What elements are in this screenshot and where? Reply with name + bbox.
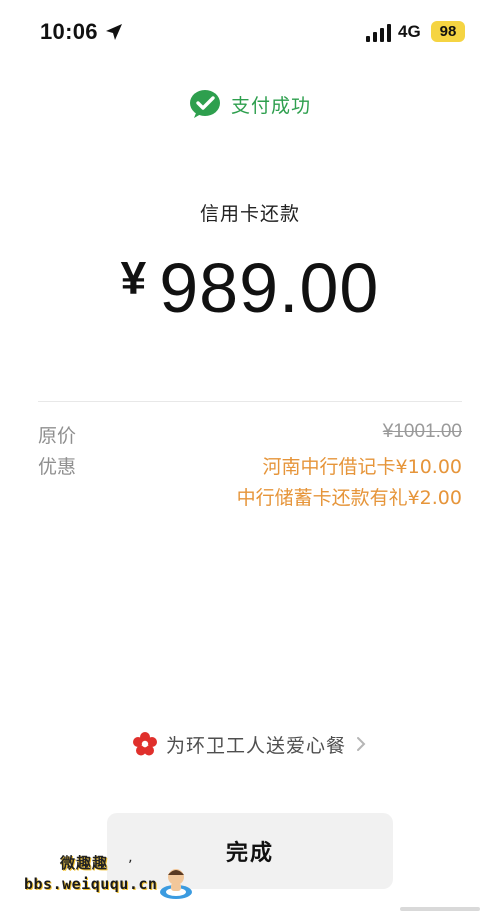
watermark-title: 微趣趣	[60, 854, 109, 872]
payment-type-label: 信用卡还款	[199, 203, 300, 225]
chevron-right-icon	[357, 737, 366, 751]
discount-item: 中行储蓄卡还款有礼¥2.00	[236, 487, 462, 509]
status-bar: 10:06 4G 98	[0, 0, 500, 66]
success-text: 支付成功	[230, 94, 311, 117]
payment-success-header: 支付成功	[0, 88, 500, 120]
original-price-value: ¥1001.00	[382, 421, 462, 442]
home-indicator	[400, 907, 480, 911]
network-type: 4G	[398, 22, 421, 41]
location-arrow-icon	[106, 24, 122, 40]
wechat-pay-check-icon	[189, 90, 220, 118]
mascot-icon	[160, 869, 192, 899]
currency-symbol: ¥	[120, 252, 148, 304]
red-flower-icon	[132, 732, 157, 756]
status-time: 10:06	[40, 19, 98, 44]
divider	[38, 401, 462, 402]
battery-indicator: 98	[431, 21, 465, 42]
charity-link[interactable]: 为环卫工人送爱心餐	[0, 730, 500, 758]
payment-amount: ¥989.00	[0, 248, 500, 328]
watermark-mark: ʼ	[128, 858, 133, 874]
cellular-signal-icon	[366, 24, 391, 42]
payment-success-screen: 10:06 4G 98 支付成功 信用卡还款 ¥989.00 原价 ¥1001.…	[0, 0, 500, 915]
discount-label: 优惠	[38, 456, 77, 478]
charity-text: 为环卫工人送爱心餐	[165, 734, 346, 757]
watermark-url: bbs.weiququ.cn	[24, 875, 158, 893]
amount-value: 989.00	[159, 249, 380, 327]
discount-item: 河南中行借记卡¥10.00	[262, 456, 462, 478]
original-price-label: 原价	[38, 425, 77, 447]
